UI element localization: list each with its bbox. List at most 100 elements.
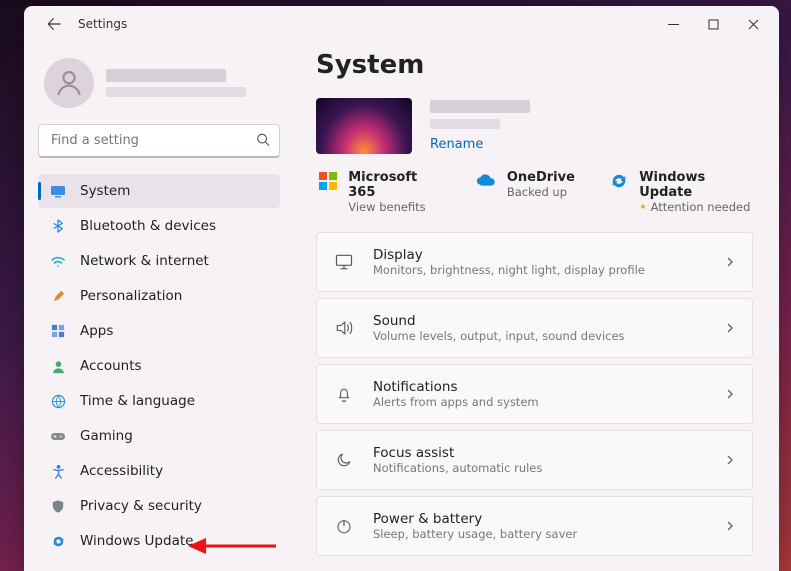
card-title: Focus assist	[373, 445, 706, 461]
rename-link[interactable]: Rename	[430, 137, 530, 152]
sidebar-item-time-language[interactable]: Time & language	[38, 384, 280, 418]
profile-text	[106, 69, 274, 97]
close-button[interactable]	[733, 8, 773, 40]
sidebar-item-label: Time & language	[80, 393, 195, 409]
windows-update-icon	[609, 170, 629, 192]
status-onedrive[interactable]: OneDrive Backed up	[475, 170, 575, 214]
close-icon	[748, 19, 759, 30]
profile-name-redacted	[106, 69, 226, 82]
sidebar-item-personalization[interactable]: Personalization	[38, 279, 280, 313]
back-arrow-icon	[47, 17, 61, 31]
globe-icon	[50, 393, 66, 409]
card-title: Notifications	[373, 379, 706, 395]
chevron-right-icon	[724, 319, 736, 338]
nav-list: System Bluetooth & devices Network & int…	[38, 174, 280, 558]
microsoft-365-icon	[318, 170, 338, 192]
sidebar-item-windows-update[interactable]: Windows Update	[38, 524, 280, 558]
sidebar-item-system[interactable]: System	[38, 174, 280, 208]
card-sub: Monitors, brightness, night light, displ…	[373, 263, 706, 277]
sidebar-item-label: Windows Update	[80, 533, 193, 549]
system-icon	[50, 183, 66, 199]
minimize-icon	[668, 19, 679, 30]
card-notifications[interactable]: Notifications Alerts from apps and syste…	[316, 364, 753, 424]
maximize-icon	[708, 19, 719, 30]
sidebar-item-label: Apps	[80, 323, 113, 339]
power-icon	[333, 517, 355, 535]
status-title: Microsoft 365	[348, 170, 441, 200]
sound-icon	[333, 318, 355, 338]
onedrive-icon	[475, 170, 497, 192]
device-row: Rename	[316, 98, 753, 154]
paintbrush-icon	[50, 288, 66, 304]
bluetooth-icon	[50, 218, 66, 234]
sidebar-item-bluetooth[interactable]: Bluetooth & devices	[38, 209, 280, 243]
sidebar-item-label: Gaming	[80, 428, 133, 444]
status-sub: Attention needed	[639, 200, 753, 214]
status-title: OneDrive	[507, 170, 575, 185]
card-sub: Volume levels, output, input, sound devi…	[373, 329, 706, 343]
status-sub: View benefits	[348, 200, 441, 214]
chevron-right-icon	[724, 451, 736, 470]
bell-icon	[333, 384, 355, 404]
sidebar-item-apps[interactable]: Apps	[38, 314, 280, 348]
sidebar: System Bluetooth & devices Network & int…	[24, 42, 294, 571]
sidebar-item-label: Personalization	[80, 288, 182, 304]
display-icon	[333, 252, 355, 272]
sidebar-item-label: Privacy & security	[80, 498, 202, 514]
sidebar-item-label: Bluetooth & devices	[80, 218, 216, 234]
chevron-right-icon	[724, 385, 736, 404]
sidebar-item-label: Network & internet	[80, 253, 209, 269]
page-title: System	[316, 50, 753, 80]
device-info: Rename	[430, 100, 530, 152]
card-sub: Sleep, battery usage, battery saver	[373, 527, 706, 541]
sidebar-item-label: System	[80, 183, 130, 199]
minimize-button[interactable]	[653, 8, 693, 40]
sidebar-item-accessibility[interactable]: Accessibility	[38, 454, 280, 488]
avatar	[44, 58, 94, 108]
person-icon	[53, 67, 85, 99]
card-title: Display	[373, 247, 706, 263]
shield-icon	[50, 498, 66, 514]
device-name-redacted	[430, 100, 530, 113]
status-title: Windows Update	[639, 170, 753, 200]
sidebar-item-privacy[interactable]: Privacy & security	[38, 489, 280, 523]
accessibility-icon	[50, 463, 66, 479]
card-sound[interactable]: Sound Volume levels, output, input, soun…	[316, 298, 753, 358]
status-microsoft365[interactable]: Microsoft 365 View benefits	[318, 170, 441, 214]
card-power-battery[interactable]: Power & battery Sleep, battery usage, ba…	[316, 496, 753, 556]
card-focus-assist[interactable]: Focus assist Notifications, automatic ru…	[316, 430, 753, 490]
settings-window: Settings	[24, 6, 779, 571]
sidebar-item-network[interactable]: Network & internet	[38, 244, 280, 278]
sidebar-item-label: Accessibility	[80, 463, 163, 479]
card-display[interactable]: Display Monitors, brightness, night ligh…	[316, 232, 753, 292]
accounts-icon	[50, 358, 66, 374]
maximize-button[interactable]	[693, 8, 733, 40]
status-sub: Backed up	[507, 185, 575, 199]
chevron-right-icon	[724, 253, 736, 272]
desktop-preview[interactable]	[316, 98, 412, 154]
gaming-icon	[50, 428, 66, 444]
sidebar-item-gaming[interactable]: Gaming	[38, 419, 280, 453]
profile-email-redacted	[106, 87, 246, 97]
card-title: Power & battery	[373, 511, 706, 527]
sidebar-item-label: Accounts	[80, 358, 142, 374]
status-row: Microsoft 365 View benefits OneDrive Bac…	[316, 170, 753, 214]
app-title: Settings	[78, 17, 127, 31]
search-box[interactable]	[38, 124, 280, 158]
update-icon	[50, 533, 66, 549]
device-model-redacted	[430, 119, 500, 129]
back-button[interactable]	[40, 10, 68, 38]
moon-icon	[333, 451, 355, 469]
wifi-icon	[50, 253, 66, 269]
search-input[interactable]	[38, 124, 280, 158]
sidebar-item-accounts[interactable]: Accounts	[38, 349, 280, 383]
card-sub: Alerts from apps and system	[373, 395, 706, 409]
apps-icon	[50, 323, 66, 339]
titlebar: Settings	[24, 6, 779, 42]
profile-block[interactable]	[38, 52, 280, 122]
card-sub: Notifications, automatic rules	[373, 461, 706, 475]
search-icon	[256, 132, 270, 151]
chevron-right-icon	[724, 517, 736, 536]
status-windows-update[interactable]: Windows Update Attention needed	[609, 170, 753, 214]
card-title: Sound	[373, 313, 706, 329]
